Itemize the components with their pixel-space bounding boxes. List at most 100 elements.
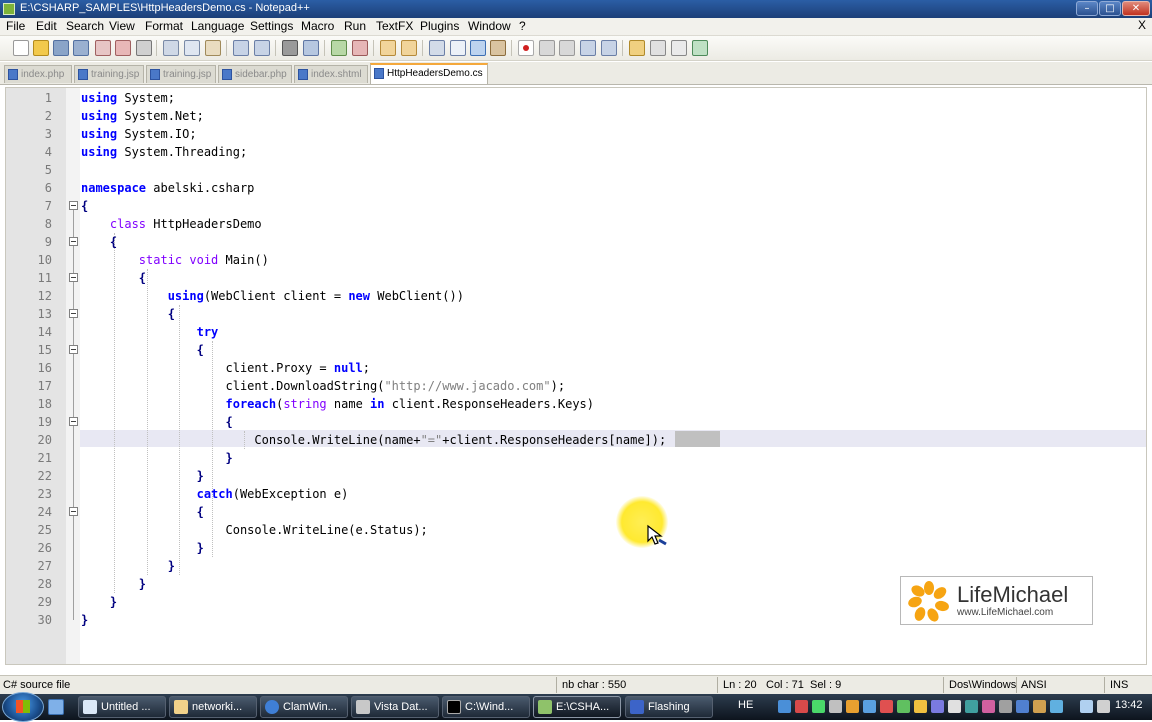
- save-icon[interactable]: [53, 40, 69, 56]
- tray-icon[interactable]: [948, 700, 961, 713]
- fold-toggle[interactable]: [69, 345, 78, 354]
- code-line: }: [167, 559, 175, 573]
- fold-toggle[interactable]: [69, 507, 78, 516]
- line-number: 6: [44, 181, 52, 195]
- open-file-icon[interactable]: [33, 40, 49, 56]
- taskbar-item-flashing[interactable]: Flashing: [625, 696, 713, 718]
- redo-icon[interactable]: [254, 40, 270, 56]
- show-all-characters-icon[interactable]: [450, 40, 466, 56]
- tray-icon[interactable]: [1033, 700, 1046, 713]
- zoom-out-icon[interactable]: [352, 40, 368, 56]
- sync-vertical-icon[interactable]: [380, 40, 396, 56]
- tab-index-php[interactable]: index.php: [4, 65, 72, 83]
- taskbar-item-cmd[interactable]: C:\Wind...: [442, 696, 530, 718]
- stop-recording-icon[interactable]: [539, 40, 555, 56]
- show-desktop-icon[interactable]: [48, 699, 64, 715]
- menu-help[interactable]: ?: [519, 19, 526, 33]
- code-line: namespace abelski.csharp: [81, 181, 255, 195]
- sync-horizontal-icon[interactable]: [401, 40, 417, 56]
- tray-icon[interactable]: [897, 700, 910, 713]
- volume-icon[interactable]: [1097, 700, 1110, 713]
- tray-icon[interactable]: [982, 700, 995, 713]
- start-button[interactable]: [2, 692, 44, 722]
- fold-toggle[interactable]: [69, 309, 78, 318]
- taskbar-item-vista-dat[interactable]: Vista Dat...: [351, 696, 439, 718]
- plugin-icon-3[interactable]: [671, 40, 687, 56]
- tray-icon[interactable]: [812, 700, 825, 713]
- menu-textfx[interactable]: TextFX: [376, 19, 413, 33]
- tab-training-jsp-1[interactable]: training.jsp: [74, 65, 144, 83]
- replace-icon[interactable]: [303, 40, 319, 56]
- maximize-button[interactable]: □: [1099, 1, 1121, 16]
- tray-icon[interactable]: [931, 700, 944, 713]
- fold-toggle[interactable]: [69, 201, 78, 210]
- code-line: {: [196, 343, 204, 357]
- tab-index-shtml[interactable]: index.shtml: [294, 65, 368, 83]
- tab-training-jsp-2[interactable]: training.jsp: [146, 65, 216, 83]
- user-defined-language-icon[interactable]: [490, 40, 506, 56]
- menu-run[interactable]: Run: [344, 19, 366, 33]
- paste-icon[interactable]: [205, 40, 221, 56]
- playback-macro-icon[interactable]: [559, 40, 575, 56]
- tray-icon[interactable]: [829, 700, 842, 713]
- menu-macro[interactable]: Macro: [301, 19, 334, 33]
- menu-language[interactable]: Language: [191, 19, 244, 33]
- menu-settings[interactable]: Settings: [250, 19, 293, 33]
- menu-edit[interactable]: Edit: [36, 19, 57, 33]
- taskbar-item-notepadpp[interactable]: E:\CSHA...: [533, 696, 621, 718]
- print-icon[interactable]: [136, 40, 152, 56]
- new-file-icon[interactable]: [13, 40, 29, 56]
- tray-icon[interactable]: [914, 700, 927, 713]
- save-all-icon[interactable]: [73, 40, 89, 56]
- code-line: using System.IO;: [81, 127, 197, 141]
- taskbar-item-clamwin[interactable]: ClamWin...: [260, 696, 348, 718]
- tray-icon[interactable]: [778, 700, 791, 713]
- menu-search[interactable]: Search: [66, 19, 104, 33]
- input-language-indicator[interactable]: HE: [738, 699, 753, 711]
- tray-icon[interactable]: [1016, 700, 1029, 713]
- taskbar-item-networki[interactable]: networki...: [169, 696, 257, 718]
- tray-icon[interactable]: [863, 700, 876, 713]
- tray-icon[interactable]: [795, 700, 808, 713]
- fold-toggle[interactable]: [69, 237, 78, 246]
- save-macro-icon[interactable]: [601, 40, 617, 56]
- close-button[interactable]: ✕: [1122, 1, 1150, 16]
- close-document-button[interactable]: X: [1138, 18, 1146, 32]
- menu-file[interactable]: File: [6, 19, 25, 33]
- close-icon[interactable]: [95, 40, 111, 56]
- indent-guide-icon[interactable]: [470, 40, 486, 56]
- clock[interactable]: 13:42: [1115, 699, 1143, 711]
- cut-icon[interactable]: [163, 40, 179, 56]
- tab-sidebar-php[interactable]: sidebar.php: [218, 65, 292, 83]
- word-wrap-icon[interactable]: [429, 40, 445, 56]
- spell-check-icon[interactable]: [692, 40, 708, 56]
- tab-httpheadersdemo-cs[interactable]: HttpHeadersDemo.cs: [370, 63, 488, 84]
- menu-format[interactable]: Format: [145, 19, 183, 33]
- fold-toggle[interactable]: [69, 273, 78, 282]
- code-line: catch(WebException e): [196, 487, 349, 501]
- record-macro-icon[interactable]: [518, 40, 534, 56]
- network-icon[interactable]: [1080, 700, 1093, 713]
- plugin-icon-1[interactable]: [629, 40, 645, 56]
- zoom-in-icon[interactable]: [331, 40, 347, 56]
- undo-icon[interactable]: [233, 40, 249, 56]
- minimize-button[interactable]: –: [1076, 1, 1098, 16]
- line-number: 29: [37, 595, 52, 609]
- code-line: foreach(string name in client.ResponseHe…: [225, 397, 595, 411]
- find-icon[interactable]: [282, 40, 298, 56]
- menu-view[interactable]: View: [109, 19, 135, 33]
- copy-icon[interactable]: [184, 40, 200, 56]
- menu-plugins[interactable]: Plugins: [420, 19, 459, 33]
- close-all-icon[interactable]: [115, 40, 131, 56]
- status-bar: C# source file nb char : 550 Ln : 20 Col…: [0, 675, 1152, 694]
- tray-icon[interactable]: [965, 700, 978, 713]
- run-macro-multiple-icon[interactable]: [580, 40, 596, 56]
- tray-icon[interactable]: [880, 700, 893, 713]
- taskbar-item-untitled[interactable]: Untitled ...: [78, 696, 166, 718]
- plugin-icon-2[interactable]: [650, 40, 666, 56]
- tray-icon[interactable]: [1050, 700, 1063, 713]
- tray-icon[interactable]: [846, 700, 859, 713]
- tray-icon[interactable]: [999, 700, 1012, 713]
- menu-window[interactable]: Window: [468, 19, 511, 33]
- fold-toggle[interactable]: [69, 417, 78, 426]
